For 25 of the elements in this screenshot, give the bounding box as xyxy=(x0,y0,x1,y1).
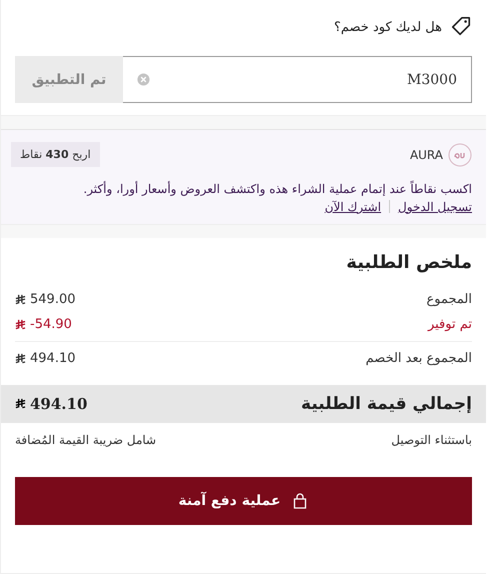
loyalty-description: اكسب نقاطاً عند إتمام عملية الشراء هذه واكتشف العروض وأسعار أورا، وأكثر. xyxy=(82,181,472,198)
brand-name: AURA xyxy=(410,148,443,162)
tax-note: باستثناء التوصيل xyxy=(391,432,472,447)
tax-note: شامل ضريبة القيمة المُضافة xyxy=(15,432,156,447)
loyalty-link[interactable]: تسجيل الدخول xyxy=(398,200,472,214)
tag-icon xyxy=(450,16,472,38)
total-amount: 494.10 xyxy=(30,394,88,413)
summary-amount: 494.10 xyxy=(30,350,76,366)
summary-label: المجموع بعد الخصم xyxy=(366,350,472,366)
summary-amount: -54.90 xyxy=(30,316,72,332)
currency-icon xyxy=(15,318,26,330)
summary-amount: 549.00 xyxy=(30,292,76,307)
summary-title: ملخص الطلبية xyxy=(345,252,472,273)
total-label: إجمالي قيمة الطلبية xyxy=(301,394,472,414)
brand-logo-icon xyxy=(448,142,472,166)
loyalty-link[interactable]: اشترك الآن xyxy=(324,200,382,214)
currency-icon xyxy=(15,398,26,410)
currency-icon xyxy=(15,294,26,305)
currency-icon xyxy=(15,352,26,364)
coupon-question: هل لديك كود خصم؟ xyxy=(334,20,442,34)
checkout-button[interactable]: عملية دفع آمنة xyxy=(15,476,472,525)
coupon-field[interactable]: M3000 xyxy=(123,56,472,103)
clear-icon[interactable] xyxy=(137,73,150,86)
summary-label: المجموع xyxy=(426,292,472,307)
summary-label: تم توفير xyxy=(428,316,472,332)
